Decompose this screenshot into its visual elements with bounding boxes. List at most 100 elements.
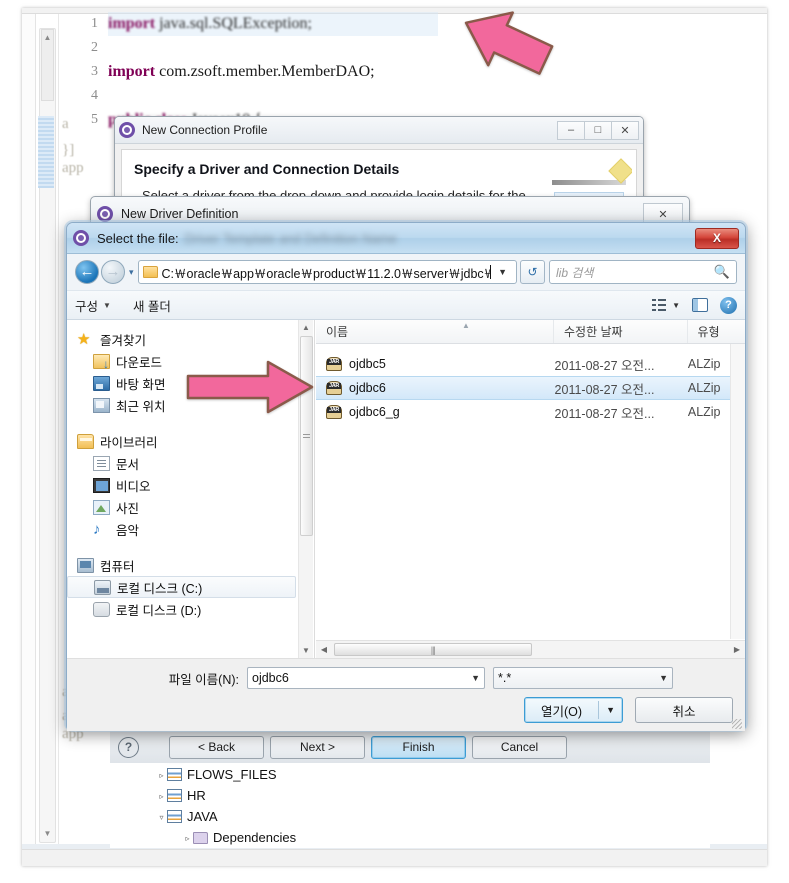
nav-item-videos[interactable]: 비디오	[67, 474, 314, 496]
chevron-down-icon[interactable]: ▼	[672, 301, 680, 310]
nav-group-favorites[interactable]: 즐겨찾기	[67, 328, 314, 350]
table-row[interactable]: ojdbc5 2011-08-27 오전... ALZip	[316, 352, 745, 376]
resize-grip[interactable]	[732, 719, 742, 729]
chevron-down-icon[interactable]: ▼	[471, 673, 480, 683]
cancel-button[interactable]: 취소	[635, 697, 733, 723]
help-icon[interactable]: ?	[118, 736, 139, 758]
editor-line-numbers: 1 2 3 4 5	[68, 12, 98, 132]
organize-button[interactable]: 구성 ▼	[75, 296, 111, 315]
code-keyword: import	[108, 15, 156, 32]
schema-icon	[167, 810, 182, 823]
pictures-icon	[93, 499, 110, 515]
expander-icon[interactable]: ▹	[156, 786, 167, 807]
nav-group-computer[interactable]: 컴퓨터	[67, 554, 314, 576]
preview-pane-icon[interactable]	[692, 298, 708, 312]
maximize-button[interactable]: □	[584, 120, 612, 140]
tree-row[interactable]: ▿ JAVA	[110, 806, 710, 827]
help-icon[interactable]: ?	[720, 296, 737, 314]
nav-group-libraries[interactable]: 라이브러리	[67, 430, 314, 452]
scroll-up-icon[interactable]: ▲	[299, 320, 313, 335]
editor-scroll-down-icon[interactable]: ▼	[42, 828, 53, 839]
column-header-type[interactable]: 유형	[688, 320, 745, 343]
editor-marker-block	[38, 116, 54, 188]
minimize-button[interactable]: –	[557, 120, 585, 140]
expander-icon[interactable]: ▹	[156, 765, 167, 786]
folder-icon	[142, 266, 158, 278]
nav-item-music[interactable]: 음악	[67, 518, 314, 540]
navigation-pane: 즐겨찾기 다운로드 바탕 화면 최근 위치 라이브러리 문서 비디오 사진 음악…	[67, 320, 315, 658]
forward-arrow-icon[interactable]	[101, 260, 125, 284]
expander-icon[interactable]: ▹	[182, 828, 193, 849]
jar-file-icon	[326, 381, 342, 395]
nav-label: 음악	[116, 523, 140, 538]
filename-label: 파일 이름(N):	[168, 672, 239, 687]
file-type-filter[interactable]: *.* ▼	[493, 667, 673, 689]
table-row[interactable]: ojdbc6 2011-08-27 오전... ALZip	[316, 376, 745, 400]
scroll-left-icon[interactable]: ◀	[316, 645, 332, 654]
nav-label: 라이브러리	[100, 435, 158, 450]
jar-file-icon	[326, 405, 342, 419]
nav-pane-scrollbar[interactable]: ▲ ▼	[298, 320, 313, 658]
table-row[interactable]: ojdbc6_g 2011-08-27 오전... ALZip	[316, 400, 745, 424]
nav-item-local-disk-c[interactable]: 로컬 디스크 (C:)	[67, 576, 296, 598]
close-button[interactable]: X	[695, 227, 739, 249]
column-header-modified[interactable]: 수정한 날짜	[554, 320, 688, 343]
finish-button[interactable]: Finish	[371, 735, 466, 759]
editor-code[interactable]: import java.sql.SQLException; import com…	[108, 12, 375, 132]
address-input[interactable]: C:￦oracle￦app￦oracle￦product￦11.2.0￦serv…	[137, 260, 517, 284]
nav-label: 최근 위치	[116, 399, 166, 414]
code-keyword: import	[108, 63, 156, 80]
file-list-horizontal-scrollbar[interactable]: ◀ ▶	[316, 640, 745, 658]
chevron-down-icon[interactable]: ▼	[659, 673, 668, 683]
nav-label: 사진	[116, 501, 140, 516]
editor-horizontal-scrollbar[interactable]	[22, 849, 767, 866]
file-list-vertical-scrollbar[interactable]	[730, 344, 745, 639]
ncp-heading: Specify a Driver and Connection Details	[134, 161, 400, 177]
expander-icon[interactable]: ▿	[156, 807, 167, 828]
dialog-title-bar[interactable]: Select the file: Driver Template and Def…	[67, 223, 745, 254]
column-header-name[interactable]: 이름	[316, 320, 554, 343]
tree-row[interactable]: ▹ FLOWS_FILES	[110, 764, 710, 785]
back-button[interactable]: < Back	[169, 735, 264, 759]
ndd-title: New Driver Definition	[121, 207, 239, 221]
nav-item-desktop[interactable]: 바탕 화면	[67, 372, 314, 394]
back-arrow-icon[interactable]	[75, 260, 99, 284]
scroll-right-icon[interactable]: ▶	[729, 645, 745, 654]
nav-item-local-disk-d[interactable]: 로컬 디스크 (D:)	[67, 598, 314, 620]
window-controls: – □ ✕	[557, 120, 639, 140]
recent-places-icon	[93, 397, 110, 413]
nav-item-pictures[interactable]: 사진	[67, 496, 314, 518]
refresh-icon[interactable]: ↺	[520, 260, 545, 284]
chevron-down-icon[interactable]: ▼	[491, 267, 514, 277]
close-button[interactable]: ✕	[611, 120, 639, 140]
nav-item-recent[interactable]: 최근 위치	[67, 394, 314, 416]
open-button[interactable]: 열기(O) ▼	[524, 697, 623, 723]
file-name: ojdbc6	[349, 381, 386, 395]
editor-gutter-divider	[58, 14, 59, 866]
nav-item-documents[interactable]: 문서	[67, 452, 314, 474]
ncp-title-bar[interactable]: New Connection Profile – □ ✕	[115, 117, 643, 144]
filename-input[interactable]: ojdbc6 ▼	[247, 667, 485, 689]
new-folder-button[interactable]: 새 폴더	[133, 296, 171, 315]
next-button[interactable]: Next >	[270, 735, 365, 759]
gear-icon	[97, 206, 113, 222]
cancel-button[interactable]: Cancel	[472, 735, 567, 759]
tree-row-label: FLOWS_FILES	[187, 767, 277, 782]
view-list-icon[interactable]	[652, 299, 667, 311]
nav-item-downloads[interactable]: 다운로드	[67, 350, 314, 372]
filter-value: *.*	[498, 671, 512, 685]
code-line: import java.sql.SQLException;	[108, 12, 375, 36]
nav-label: 비디오	[116, 479, 151, 494]
editor-scroll-up-icon[interactable]: ▲	[42, 32, 53, 43]
nav-label: 컴퓨터	[100, 559, 135, 574]
tree-row[interactable]: ▹ Dependencies	[110, 827, 710, 848]
search-input[interactable]: lib 검색 🔍	[549, 260, 737, 284]
filename-row: 파일 이름(N): ojdbc6 ▼ *.* ▼	[67, 667, 745, 689]
scroll-down-icon[interactable]: ▼	[299, 643, 313, 658]
tree-row[interactable]: ▹ HR	[110, 785, 710, 806]
tree-row-label: JAVA	[187, 809, 218, 824]
hscroll-thumb[interactable]	[334, 643, 532, 656]
chevron-down-icon[interactable]: ▾	[129, 267, 134, 278]
chevron-down-icon[interactable]: ▼	[599, 705, 622, 715]
